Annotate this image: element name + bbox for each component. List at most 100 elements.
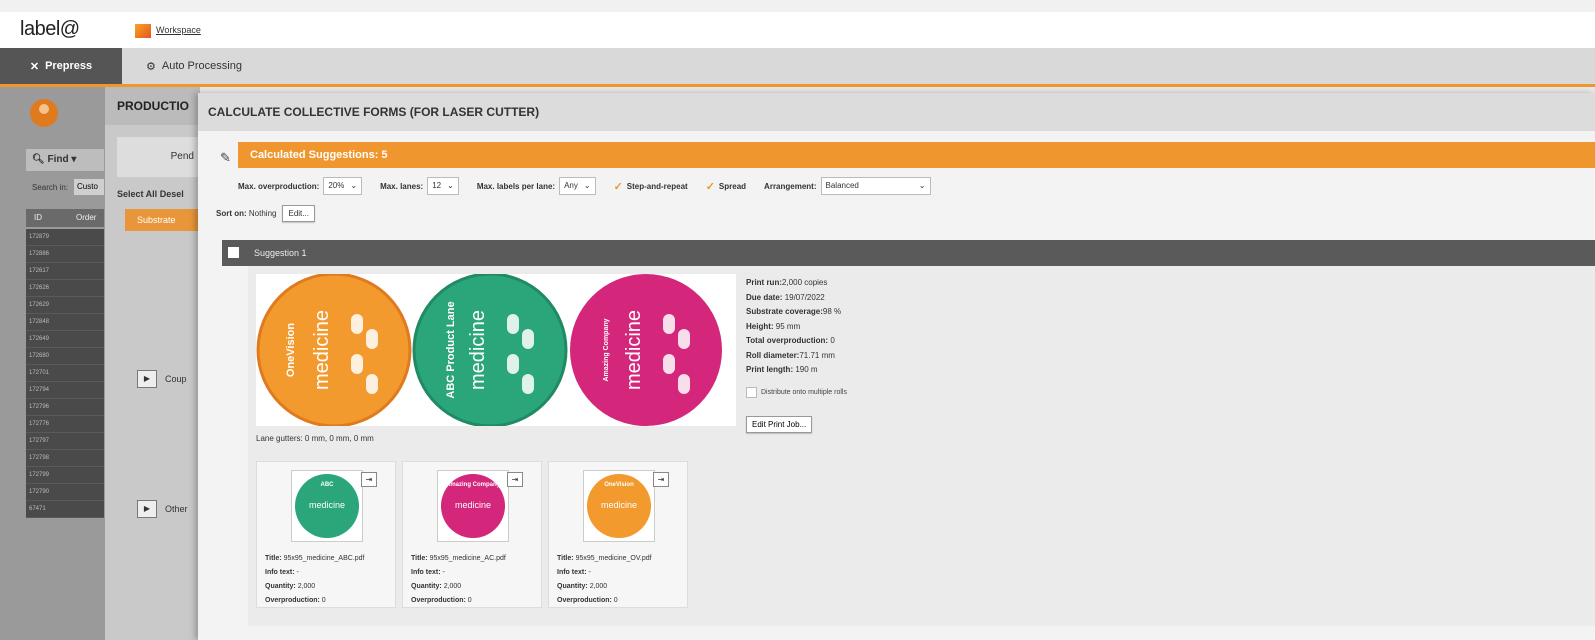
check-icon[interactable]: ✓ [614,180,623,193]
preview-label-1-brand: OneVision [285,323,297,377]
max-lanes-select[interactable]: 12 ⌄ [427,177,459,195]
arrangement-select[interactable]: Balanced ⌄ [820,177,931,195]
main-nav: ✕ Prepress ⚙ Auto Processing [0,48,1595,87]
job-info-label: Info text: [411,569,441,576]
assign-icon[interactable]: ⇥ [653,472,669,487]
col-id[interactable]: ID [34,213,42,222]
job-over-label: Overproduction: [557,597,612,604]
job-info: - [296,569,299,576]
preview-label-1 [256,272,412,428]
job-info-label: Info text: [265,569,295,576]
table-row[interactable]: 172629 [26,297,104,314]
table-row[interactable]: 172776 [26,416,104,433]
table-row[interactable]: 172617 [26,263,104,280]
pencil-icon[interactable]: ✎ [220,150,231,166]
table-row[interactable]: 172626 [26,280,104,297]
job-thumbnail: OneVision medicine [583,470,655,542]
step-and-repeat-label[interactable]: Step-and-repeat [627,182,688,191]
edit-sort-button[interactable]: Edit... [282,205,315,222]
job-table: 172879 172886 172617 172626 172629 172848 1726… [26,229,104,518]
arrangement-value: Balanced [825,181,859,190]
preview-label-2-text: medicine [467,310,489,390]
nav-prepress[interactable]: ✕ Prepress [0,48,122,84]
edit-print-job-button[interactable]: Edit Print Job... [746,416,813,433]
max-labels-per-lane-label: Max. labels per lane: [476,181,556,191]
thumbnail-brand: ABC [320,482,334,488]
other-group[interactable]: ▶ Other [137,500,188,518]
job-qty: 2,000 [297,583,316,590]
workspace-link[interactable]: Workspace [156,25,201,35]
deselect-link[interactable]: Desel [160,189,184,199]
table-row[interactable]: 172794 [26,382,104,399]
max-labels-per-lane-select[interactable]: Any ⌄ [559,177,596,195]
table-row[interactable]: 172886 [26,246,104,263]
sort-value: Nothing [248,209,277,218]
distribute-option[interactable]: Distribute onto multiple rolls [746,387,847,398]
find-button[interactable]: 🔍︎ Find ▾ [26,149,104,171]
thumbnail-brand: Amazing Company [445,482,500,488]
job-title: 95x95_medicine_ABC.pdf [283,555,365,562]
job-over: 0 [321,597,326,604]
coupon-group[interactable]: ▶ Coup [137,370,187,388]
distribute-checkbox[interactable] [746,387,757,398]
job-over: 0 [613,597,618,604]
gear-play-icon: ⚙ [146,60,156,73]
due-date-value: 19/07/2022 [784,292,825,302]
avatar[interactable] [30,99,58,127]
select-all-link[interactable]: Select All [117,189,157,199]
expand-icon[interactable]: ▶ [137,370,157,388]
search-in-label: Search in: [32,183,69,192]
roll-diameter-label: Roll diameter: [746,350,800,360]
job-title: 95x95_medicine_OV.pdf [575,555,652,562]
nav-auto-processing[interactable]: ⚙ Auto Processing [146,48,242,84]
pending-button[interactable]: Pend [117,137,200,177]
thumbnail-text: medicine [600,500,638,510]
table-row[interactable]: 172796 [26,399,104,416]
table-row[interactable]: 172848 [26,314,104,331]
job-over-label: Overproduction: [265,597,320,604]
preview-svg: OneVision medicine ABC Product Lane medi… [256,272,722,428]
job-title: 95x95_medicine_AC.pdf [429,555,506,562]
print-run-value: 2,000 copies [782,278,828,287]
check-icon[interactable]: ✓ [706,180,715,193]
table-row[interactable]: 172797 [26,433,104,450]
assign-icon[interactable]: ⇥ [361,472,377,487]
job-title-label: Title: [411,555,428,562]
preview-label-3-text: medicine [623,310,645,390]
thumbnail-label: Amazing Company medicine [441,474,505,538]
dialog-title: CALCULATE COLLECTIVE FORMS (FOR LASER CU… [198,93,1595,131]
print-length-label: Print length: [746,365,794,374]
suggestion-checkbox[interactable] [228,247,239,258]
thumbnail-label: ABC medicine [295,474,359,538]
substrate-tab[interactable]: Substrate [125,209,200,231]
sort-label: Sort on: [216,209,247,218]
chevron-down-icon: ⌄ [447,181,454,190]
search-scope-select[interactable]: Custo [74,179,104,195]
total-overproduction-label: Total overproduction: [746,336,829,345]
substrate-coverage-label: Substrate coverage: [746,307,823,316]
max-labels-per-lane-value: Any [564,181,578,190]
table-row[interactable]: 172701 [26,365,104,382]
job-details: Title: 95x95_medicine_ABC.pdf Info text:… [265,552,365,608]
table-row[interactable]: 172790 [26,484,104,501]
col-order[interactable]: Order [76,213,96,222]
select-deselect: Select All Desel [117,189,184,199]
assign-icon[interactable]: ⇥ [507,472,523,487]
preview-label-2 [412,272,568,428]
job-details: Title: 95x95_medicine_OV.pdf Info text: … [557,552,652,608]
table-row[interactable]: 172649 [26,331,104,348]
table-row[interactable]: 172680 [26,348,104,365]
table-row[interactable]: 172799 [26,467,104,484]
table-row[interactable]: 172879 [26,229,104,246]
job-info: - [588,569,591,576]
table-row[interactable]: 67471 [26,501,104,518]
max-overproduction-select[interactable]: 20% ⌄ [323,177,363,195]
distribute-label: Distribute onto multiple rolls [761,389,847,396]
job-qty-label: Quantity: [265,583,296,590]
production-heading: PRODUCTIO [105,87,200,125]
suggestions-bar: Calculated Suggestions: 5 [238,142,1595,168]
expand-icon[interactable]: ▶ [137,500,157,518]
job-details: Title: 95x95_medicine_AC.pdf Info text: … [411,552,506,608]
table-row[interactable]: 172798 [26,450,104,467]
spread-label[interactable]: Spread [719,182,746,191]
